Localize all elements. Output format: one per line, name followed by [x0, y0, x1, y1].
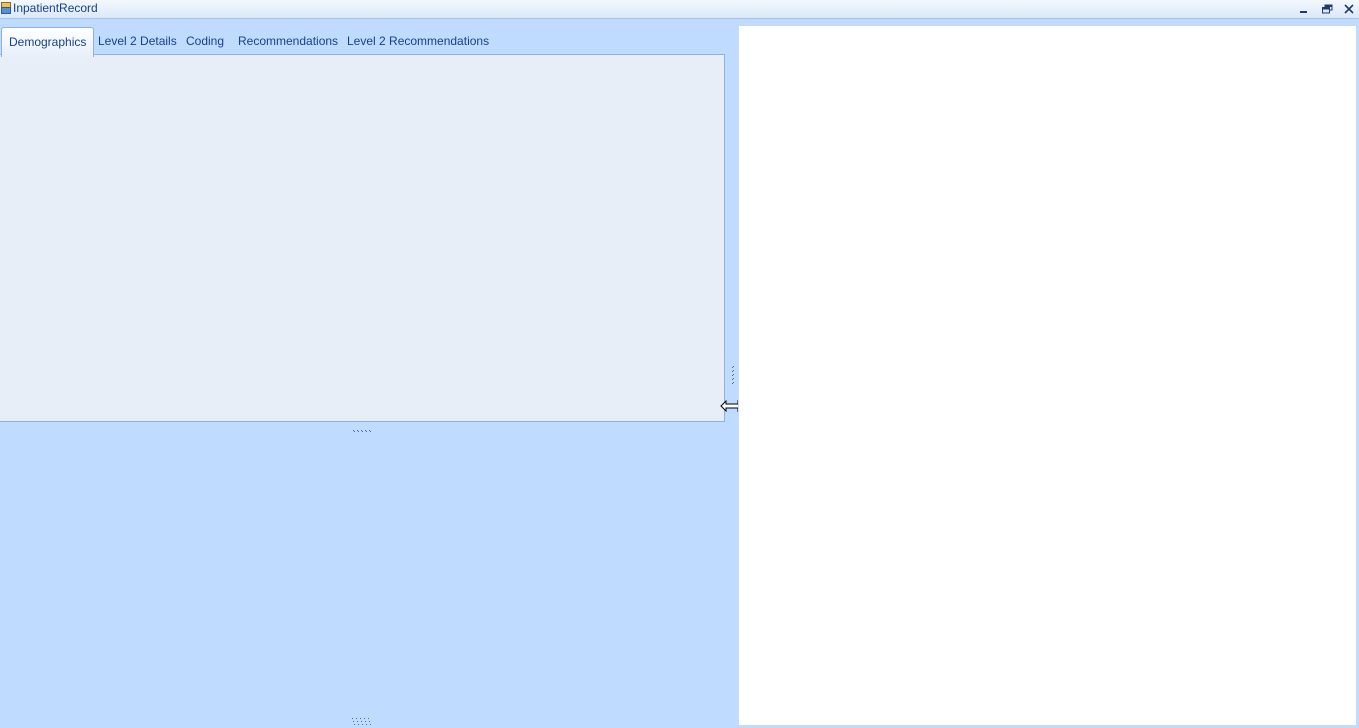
- tab-label: Recommendations: [238, 34, 339, 48]
- close-icon: [1344, 3, 1354, 14]
- close-button[interactable]: [1338, 0, 1359, 17]
- demographics-tab-panel: [0, 54, 725, 422]
- tab-strip: Demographics Level 2 Details Coding Reco…: [0, 26, 726, 57]
- minimize-button[interactable]: [1293, 0, 1315, 17]
- restore-icon: [1321, 4, 1332, 13]
- app-icon: [1, 2, 11, 14]
- tab-level-2-recommendations[interactable]: Level 2 Recommendations: [340, 30, 496, 54]
- resize-grip[interactable]: [352, 717, 372, 725]
- tab-label: Level 2 Recommendations: [347, 34, 490, 48]
- restore-button[interactable]: [1316, 0, 1338, 17]
- vertical-splitter-grip: [732, 366, 734, 384]
- tab-coding[interactable]: Coding: [179, 30, 231, 54]
- tab-label: Level 2 Details: [98, 34, 177, 48]
- tab-label: Demographics: [9, 35, 87, 49]
- right-pane: [738, 25, 1357, 726]
- tab-demographics[interactable]: Demographics: [1, 27, 95, 57]
- tab-recommendations[interactable]: Recommendations: [231, 30, 345, 54]
- minimize-icon: [1300, 10, 1307, 13]
- tab-level-2-details[interactable]: Level 2 Details: [91, 30, 184, 54]
- horizontal-splitter-grip[interactable]: [353, 429, 371, 433]
- title-bar: InpatientRecord: [0, 0, 1359, 19]
- left-pane: Demographics Level 2 Details Coding Reco…: [0, 23, 738, 728]
- window-title: InpatientRecord: [13, 1, 98, 15]
- vertical-splitter[interactable]: [720, 23, 744, 728]
- tab-label: Coding: [186, 34, 225, 48]
